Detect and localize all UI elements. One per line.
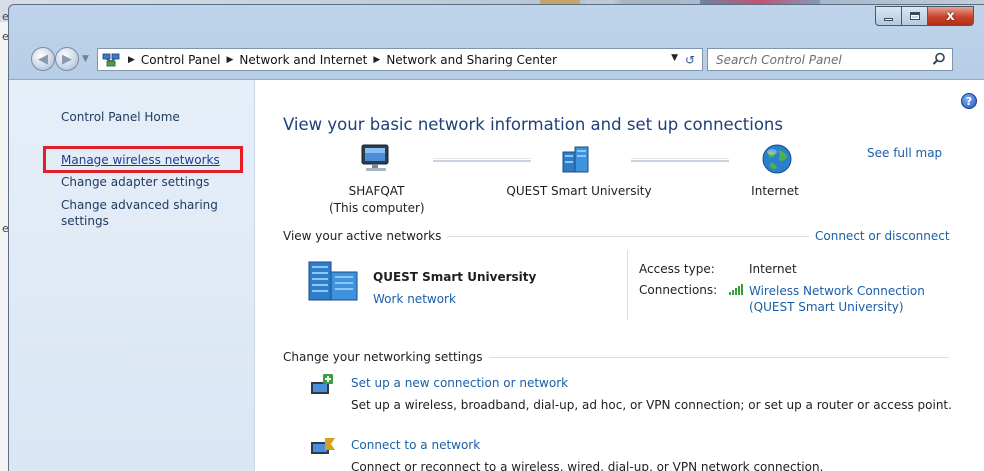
sidebar-item-change-advanced-sharing[interactable]: Change advanced sharing settings xyxy=(61,197,231,229)
sidebar: Control Panel Home Manage wireless netwo… xyxy=(9,80,255,471)
setup-new-connection-description: Set up a wireless, broadband, dial-up, a… xyxy=(351,398,952,412)
computer-sub-label: (This computer) xyxy=(329,201,425,215)
wireless-signal-icon xyxy=(729,284,743,295)
network-sharing-center-window: x ◀ ▶ ▼ ▶ Control Panel ▶ Network and In… xyxy=(8,4,984,471)
connection-network[interactable]: (QUEST Smart University) xyxy=(749,299,925,315)
active-networks-header: View your active networks xyxy=(283,229,448,243)
connection-name[interactable]: Wireless Network Connection xyxy=(749,283,925,299)
active-network-name: QUEST Smart University xyxy=(373,270,537,284)
computer-icon[interactable] xyxy=(358,142,394,179)
network-icon[interactable] xyxy=(560,142,596,179)
breadcrumb-network-internet[interactable]: Network and Internet xyxy=(239,53,367,67)
internet-globe-icon[interactable] xyxy=(760,142,794,179)
navigation-bar: ◀ ▶ ▼ ▶ Control Panel ▶ Network and Inte… xyxy=(9,45,984,75)
network-building-icon xyxy=(307,258,363,305)
address-dropdown-icon[interactable]: ▼ xyxy=(671,53,678,63)
forward-button[interactable]: ▶ xyxy=(55,47,79,71)
arrow-left-icon: ◀ xyxy=(38,51,48,67)
network-folder-icon xyxy=(100,50,122,70)
connect-network-icon xyxy=(309,434,337,463)
connections-label: Connections: xyxy=(639,283,718,297)
history-dropdown[interactable]: ▼ xyxy=(82,54,89,64)
setup-new-connection-link[interactable]: Set up a new connection or network xyxy=(351,376,568,390)
sidebar-item-change-adapter-settings[interactable]: Change adapter settings xyxy=(61,175,209,189)
refresh-icon[interactable]: ↺ xyxy=(681,51,699,68)
close-icon: x xyxy=(946,8,955,24)
breadcrumb-separator-icon[interactable]: ▶ xyxy=(128,55,135,65)
connect-to-network-description: Connect or reconnect to a wireless, wire… xyxy=(351,460,824,471)
help-icon[interactable]: ? xyxy=(961,93,977,109)
sidebar-item-manage-wireless-networks[interactable]: Manage wireless networks xyxy=(61,153,220,167)
search-input[interactable] xyxy=(716,52,926,67)
vertical-divider xyxy=(627,250,628,320)
chevron-down-icon: ▼ xyxy=(82,54,89,64)
search-box xyxy=(707,48,953,71)
internet-label: Internet xyxy=(751,184,799,198)
map-connection-line xyxy=(433,158,531,162)
maximize-button[interactable] xyxy=(902,6,928,26)
breadcrumb-separator-icon[interactable]: ▶ xyxy=(373,55,380,65)
access-type-label: Access type: xyxy=(639,262,715,276)
content-area: Control Panel Home Manage wireless netwo… xyxy=(9,79,984,471)
arrow-right-icon: ▶ xyxy=(62,51,72,67)
map-connection-line xyxy=(631,158,729,162)
page-title: View your basic network information and … xyxy=(283,115,783,134)
connect-to-network-link[interactable]: Connect to a network xyxy=(351,438,480,452)
minimize-icon xyxy=(884,17,893,21)
breadcrumb-network-sharing-center[interactable]: Network and Sharing Center xyxy=(386,53,557,67)
caption-buttons: x xyxy=(875,6,974,26)
breadcrumb-separator-icon[interactable]: ▶ xyxy=(227,55,234,65)
search-icon[interactable] xyxy=(932,52,946,66)
sidebar-item-control-panel-home[interactable]: Control Panel Home xyxy=(61,110,180,124)
address-bar[interactable]: ▶ Control Panel ▶ Network and Internet ▶… xyxy=(97,48,703,71)
new-connection-icon xyxy=(309,372,337,401)
minimize-button[interactable] xyxy=(875,6,902,26)
connect-or-disconnect-link[interactable]: Connect or disconnect xyxy=(809,229,950,243)
back-button[interactable]: ◀ xyxy=(31,47,55,71)
access-type-value: Internet xyxy=(749,262,797,276)
see-full-map-link[interactable]: See full map xyxy=(867,146,942,160)
computer-name-label: SHAFQAT xyxy=(348,184,405,198)
network-name-label: QUEST Smart University xyxy=(506,184,652,198)
breadcrumb-control-panel[interactable]: Control Panel xyxy=(141,53,221,67)
close-button[interactable]: x xyxy=(928,6,974,26)
maximize-icon xyxy=(909,12,920,20)
network-type-link[interactable]: Work network xyxy=(373,292,456,306)
connection-link[interactable]: Wireless Network Connection (QUEST Smart… xyxy=(749,283,925,315)
change-settings-header: Change your networking settings xyxy=(283,350,489,364)
